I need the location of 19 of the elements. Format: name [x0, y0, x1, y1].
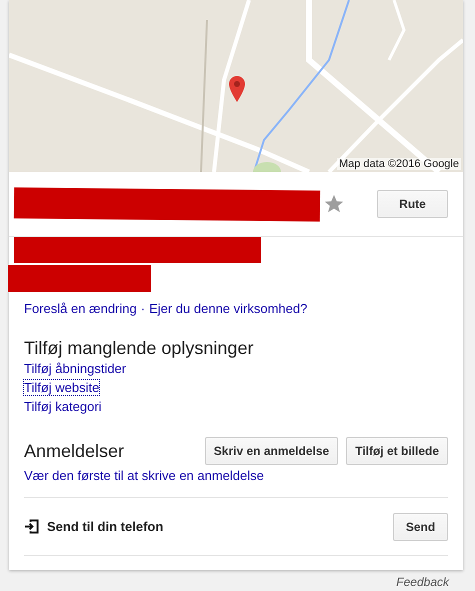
section-heading: Anmeldelser: [24, 440, 124, 462]
link[interactable]: Ejer du denne virksomhed?: [149, 301, 308, 316]
link[interactable]: Tilføj website: [24, 380, 100, 395]
link[interactable]: Vær den første til at skrive en anmeldelse: [24, 468, 448, 483]
review-button[interactable]: Tilføj et billede: [346, 437, 448, 465]
section-heading: Tilføj manglende oplysninger: [24, 338, 254, 359]
link[interactable]: Foreslå en ændring: [24, 301, 137, 316]
link[interactable]: Tilføj kategori: [24, 399, 102, 414]
send-button[interactable]: Send: [393, 512, 448, 540]
feedback-link[interactable]: Feedback: [396, 575, 449, 589]
link[interactable]: Tilføj åbningstider: [24, 361, 126, 376]
star-icon[interactable]: [323, 193, 345, 215]
map-attribution: Map data ©2016 Google: [336, 158, 461, 170]
route-button[interactable]: Rute: [377, 190, 448, 218]
send-to-phone-label: Send til din telefon: [47, 519, 164, 534]
map-pin-icon[interactable]: [229, 76, 245, 102]
sign-in-icon: [24, 519, 39, 534]
review-button[interactable]: Skriv en anmeldelse: [204, 437, 338, 465]
separator-dot: ·: [140, 301, 146, 316]
